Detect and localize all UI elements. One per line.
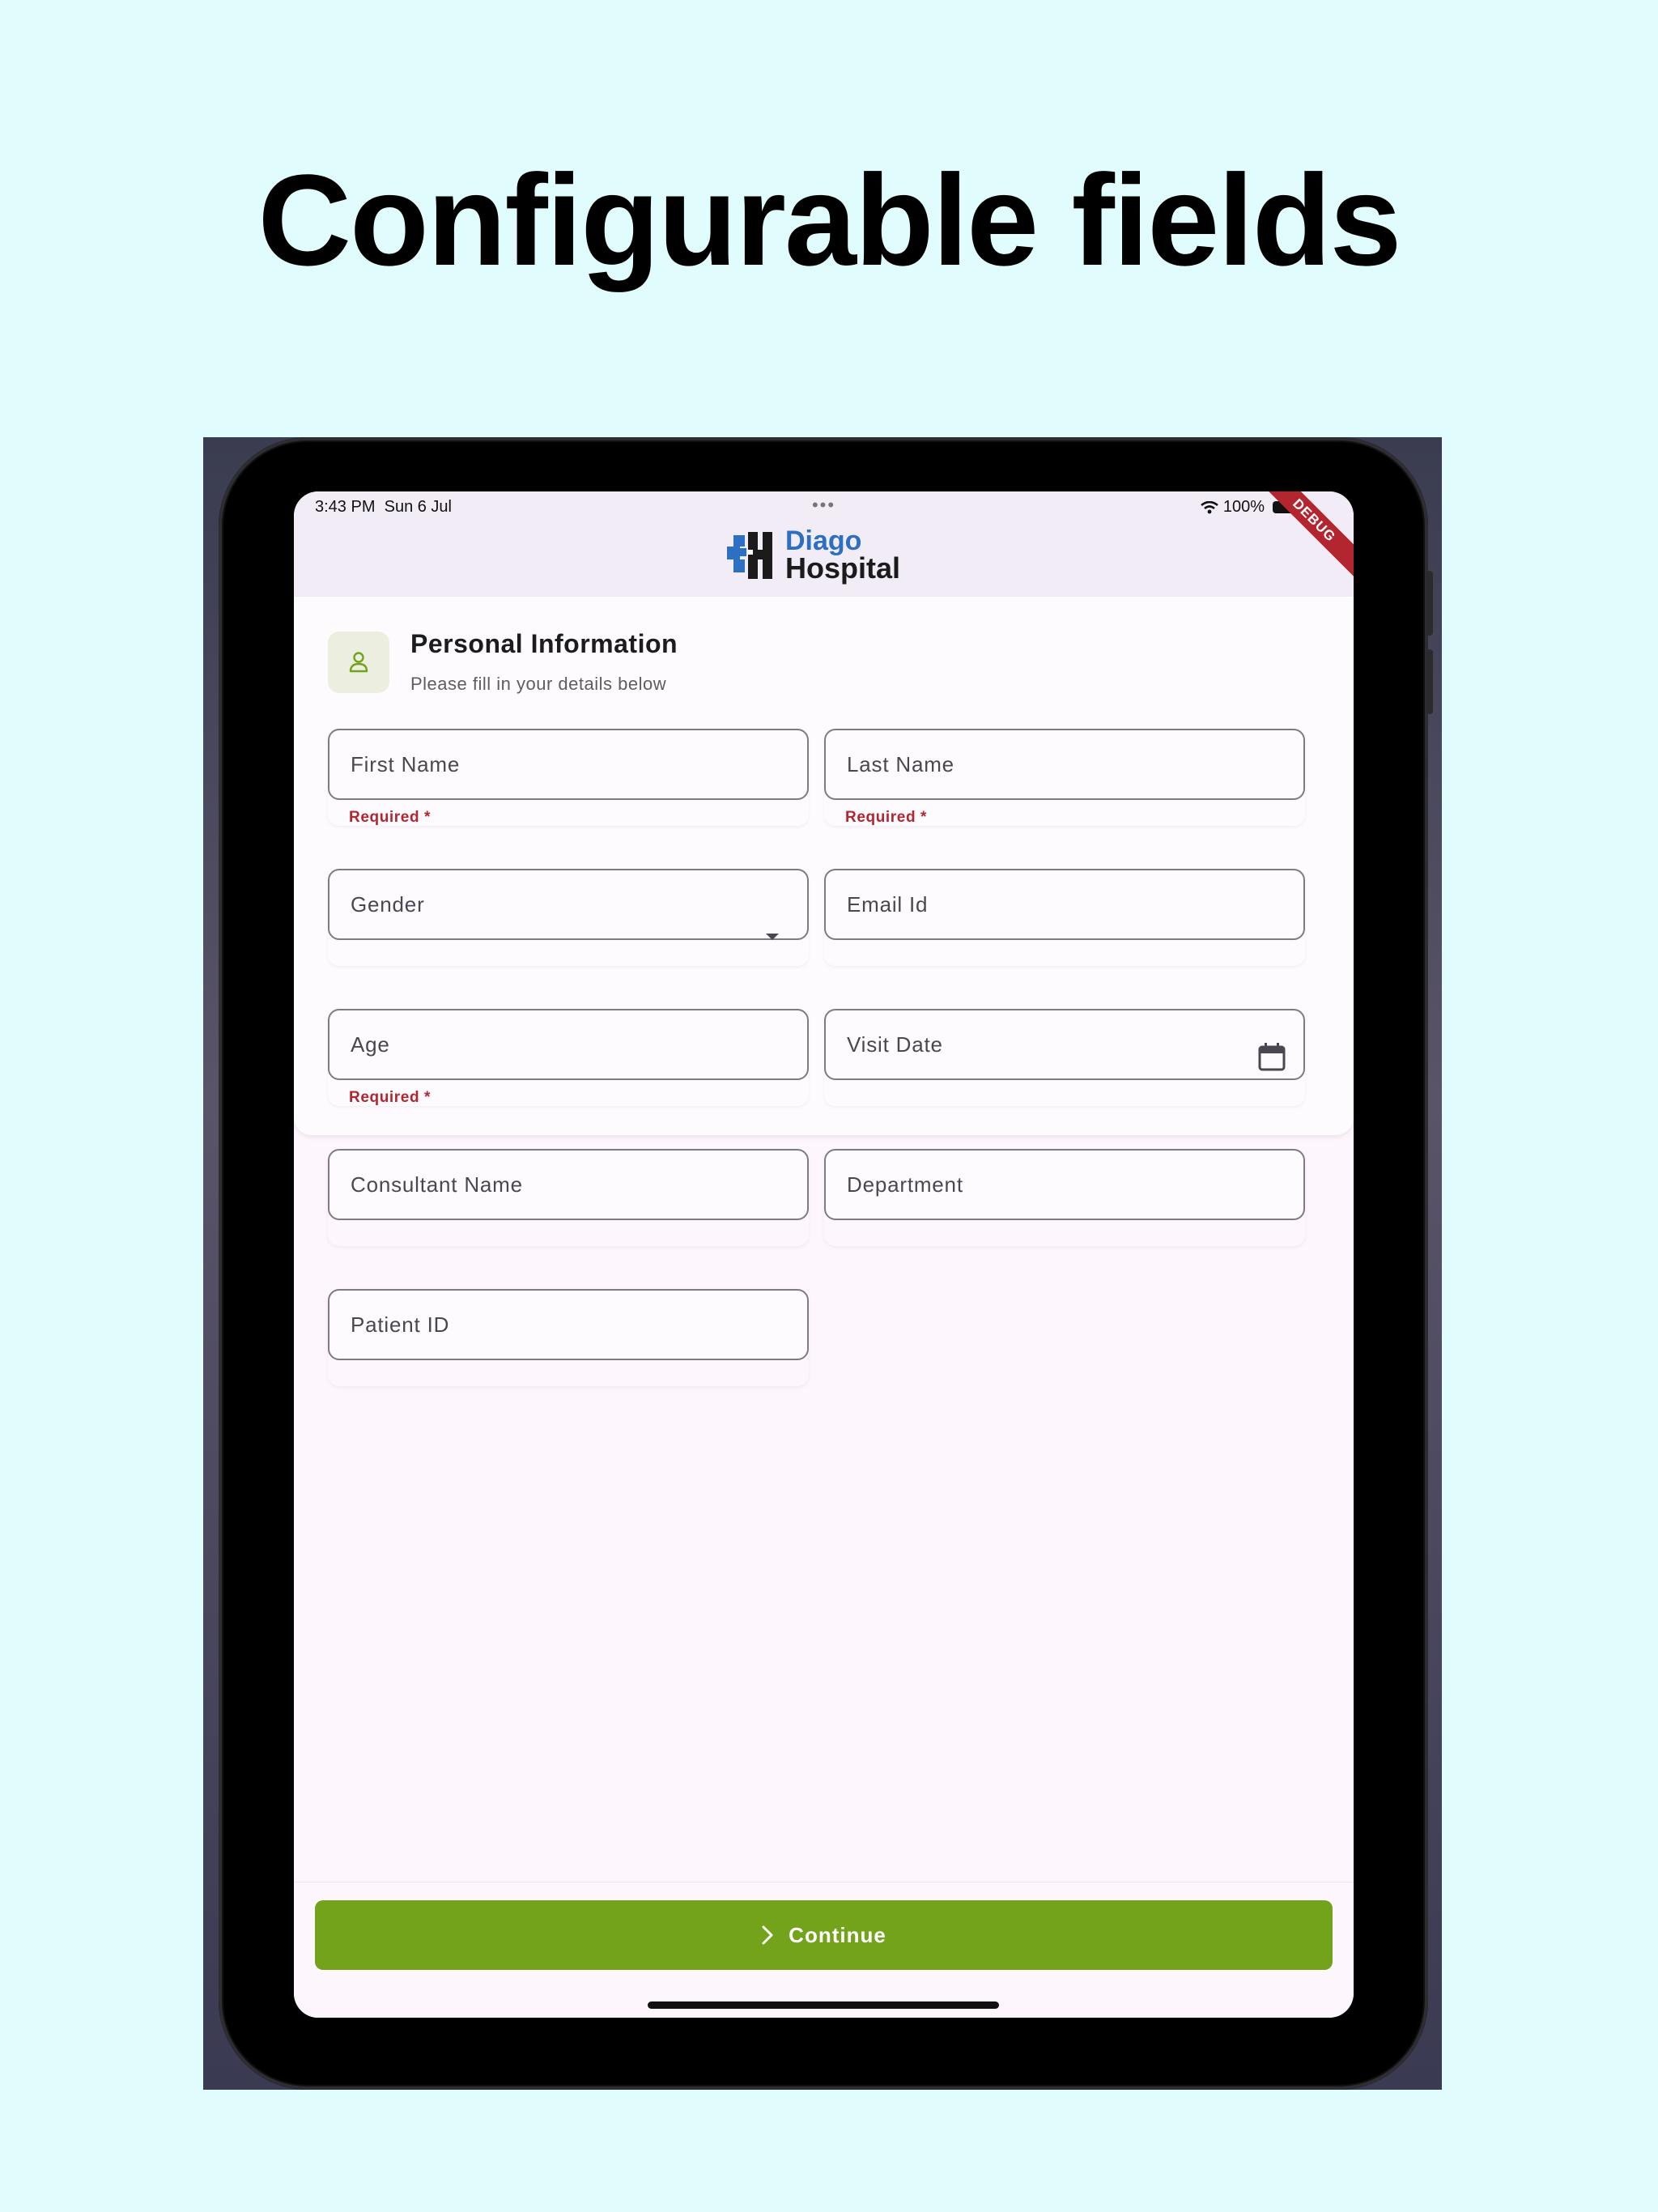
last-name-field[interactable]: Last Name — [824, 729, 1305, 800]
gender-group: Gender — [328, 869, 809, 966]
patient-id-label: Patient ID — [351, 1312, 450, 1337]
consultant-label: Consultant Name — [351, 1172, 523, 1197]
section-icon-badge — [328, 632, 389, 693]
chevron-right-icon — [762, 1925, 773, 1945]
continue-label: Continue — [789, 1922, 886, 1947]
section-subtitle: Please fill in your details below — [410, 674, 667, 694]
age-label: Age — [351, 1032, 390, 1057]
first-name-field[interactable]: First Name — [328, 729, 809, 800]
visit-date-label: Visit Date — [847, 1032, 943, 1057]
department-label: Department — [847, 1172, 963, 1197]
age-field[interactable]: Age — [328, 1009, 809, 1080]
side-button — [1426, 649, 1433, 714]
email-group: Email Id — [824, 869, 1305, 966]
headline: Configurable fields — [257, 147, 1402, 292]
visit-date-group: Visit Date — [824, 1009, 1305, 1106]
gender-label: Gender — [351, 892, 425, 917]
last-name-group: Last Name Required * — [824, 729, 1305, 826]
battery-percent: 100% — [1222, 498, 1265, 516]
consultant-name-field[interactable]: Consultant Name — [328, 1149, 809, 1220]
first-name-label: First Name — [351, 752, 461, 776]
status-bar: 3:43 PM Sun 6 Jul ••• 100% — [294, 491, 1354, 524]
age-group: Age Required * — [328, 1009, 809, 1106]
logo-line-1: Diago — [785, 525, 862, 556]
department-group: Department — [824, 1149, 1305, 1246]
app-screen: Diago Hospital 3:43 PM Sun 6 Jul ••• 100… — [294, 491, 1354, 2018]
logo-line-2: Hospital — [785, 551, 901, 585]
first-name-group: First Name Required * — [328, 729, 809, 826]
consultant-group: Consultant Name — [328, 1149, 809, 1246]
multitask-dots[interactable]: ••• — [812, 495, 835, 516]
visit-date-field[interactable]: Visit Date — [824, 1009, 1305, 1080]
hospital-cross-icon — [727, 532, 772, 579]
gender-dropdown[interactable]: Gender — [328, 869, 809, 940]
age-required-helper: Required * — [349, 1089, 432, 1106]
hospital-logo: Diago Hospital — [727, 525, 901, 585]
last-name-required-helper: Required * — [845, 809, 928, 826]
patient-id-group: Patient ID — [328, 1289, 809, 1386]
email-label: Email Id — [847, 892, 929, 917]
continue-button[interactable]: Continue — [315, 1900, 1333, 1970]
department-field[interactable]: Department — [824, 1149, 1305, 1220]
status-time: 3:43 PM Sun 6 Jul — [315, 498, 452, 516]
patient-id-field[interactable]: Patient ID — [328, 1289, 809, 1360]
home-indicator[interactable] — [648, 2001, 999, 2009]
dropdown-arrow-icon — [765, 900, 780, 968]
first-name-required-helper: Required * — [349, 809, 432, 826]
section-title: Personal Information — [410, 629, 678, 658]
wifi-icon — [1201, 500, 1218, 513]
email-field[interactable]: Email Id — [824, 869, 1305, 940]
side-button — [1426, 571, 1433, 636]
person-icon — [349, 652, 368, 673]
last-name-label: Last Name — [847, 752, 954, 776]
calendar-icon[interactable] — [1258, 1030, 1286, 1098]
